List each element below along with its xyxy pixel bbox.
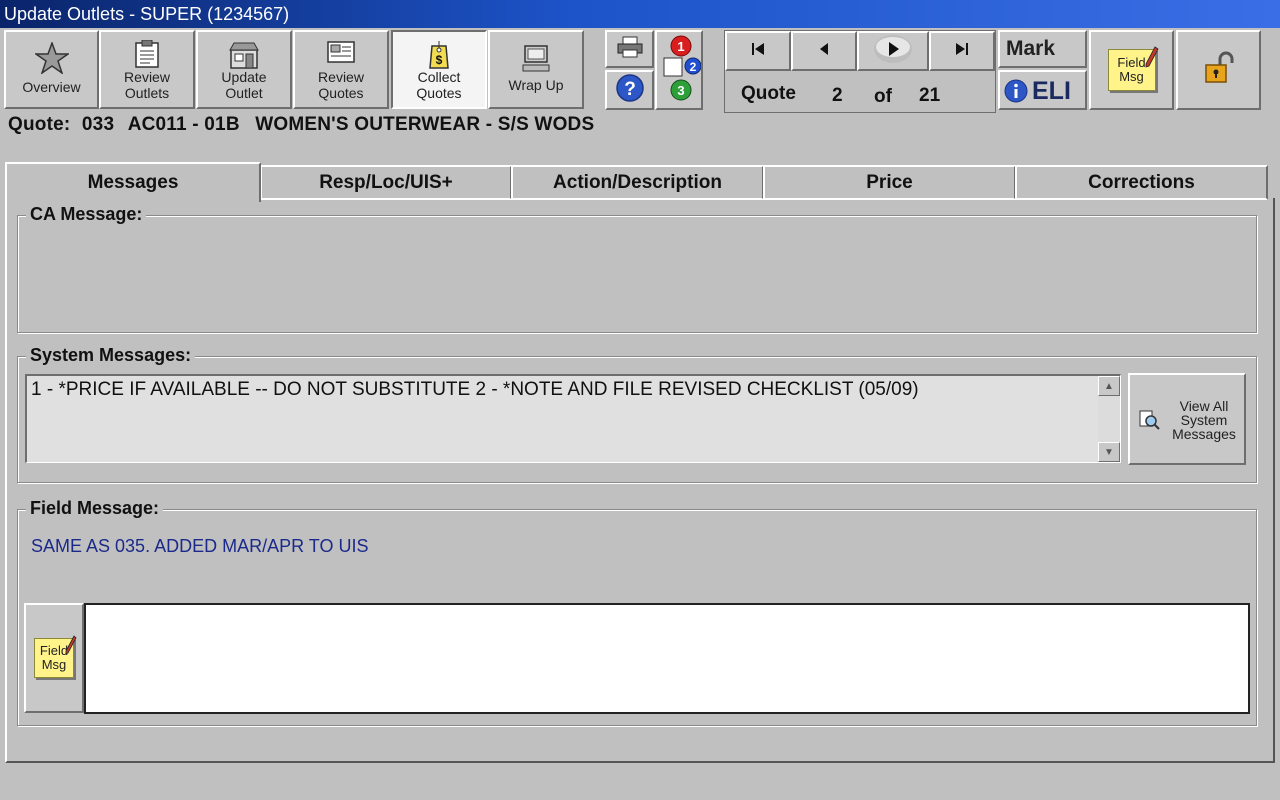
quote-navigation: Quote 2 of 21 (724, 30, 996, 113)
printer-icon (617, 36, 643, 63)
quote-header: Quote: 033 AC011 - 01B WOMEN'S OUTERWEAR… (8, 114, 594, 136)
review-quotes-button[interactable]: Review Quotes (293, 30, 389, 109)
view-all-system-messages-button[interactable]: View All System Messages (1128, 373, 1246, 465)
scroll-down-arrow-icon[interactable]: ▼ (1098, 442, 1120, 462)
help-button[interactable]: ? (605, 70, 654, 110)
system-messages-title: System Messages: (26, 345, 196, 366)
system-messages-group: System Messages: 1 - *PRICE IF AVAILABLE… (17, 345, 1257, 483)
svg-text:?: ? (624, 79, 636, 100)
sequence-button[interactable]: 1 2 3 (655, 30, 703, 110)
svg-text:$: $ (436, 53, 443, 67)
scroll-up-arrow-icon[interactable]: ▲ (1098, 376, 1120, 396)
eli-button[interactable]: ELI (998, 70, 1087, 110)
quote-counter-total: 21 (919, 85, 941, 106)
clipboard-icon (134, 39, 160, 71)
star-icon (33, 40, 70, 77)
tab-control: Resp/Loc/UIS+ Action/Description Price C… (5, 162, 1275, 765)
quote-counter-of: of (874, 86, 892, 107)
field-message-group: Field Message: SAME AS 035. ADDED MAR/AP… (17, 498, 1257, 726)
tab-messages[interactable]: Messages (5, 162, 261, 202)
add-field-message-button[interactable]: Field Msg (24, 603, 84, 713)
overview-button[interactable]: Overview (4, 30, 99, 109)
numbered-order-icon: 1 2 3 (659, 34, 702, 111)
mark-button[interactable]: Mark (998, 30, 1087, 68)
quote-code: AC011 - 01B (127, 114, 240, 135)
play-button[interactable] (857, 31, 929, 71)
unlocked-padlock-icon (1202, 51, 1236, 90)
tab-price[interactable]: Price (763, 165, 1016, 200)
skip-last-icon (954, 41, 970, 62)
first-quote-button[interactable] (725, 31, 791, 71)
review-outlets-button[interactable]: Review Outlets (99, 30, 195, 109)
magnifier-document-icon (1138, 409, 1160, 436)
last-quote-button[interactable] (929, 31, 995, 71)
quote-label: Quote: (8, 114, 71, 135)
system-messages-scrollbar[interactable]: ▲ ▼ (1098, 376, 1120, 462)
quote-description: WOMEN'S OUTERWEAR - S/S WODS (255, 114, 595, 135)
computer-icon (521, 44, 551, 77)
ca-message-group: CA Message: (17, 204, 1257, 333)
previous-icon (817, 42, 831, 61)
ca-message-title: CA Message: (26, 204, 147, 225)
sticky-note-icon: Field Msg (34, 635, 77, 678)
info-icon (1004, 79, 1028, 108)
unlock-button[interactable] (1176, 30, 1261, 110)
window-title: Update Outlets - SUPER (1234567) (0, 0, 1280, 28)
tab-corrections[interactable]: Corrections (1015, 165, 1268, 200)
system-messages-text: 1 - *PRICE IF AVAILABLE -- DO NOT SUBSTI… (31, 379, 919, 400)
quote-number: 033 (81, 114, 115, 135)
field-message-input[interactable] (84, 603, 1250, 714)
previous-quote-button[interactable] (791, 31, 857, 71)
system-messages-textbox[interactable]: 1 - *PRICE IF AVAILABLE -- DO NOT SUBSTI… (25, 374, 1121, 463)
field-message-button[interactable]: Field Msg (1089, 30, 1174, 110)
quotes-list-icon (326, 40, 356, 69)
svg-text:3: 3 (677, 83, 684, 98)
collect-quotes-button[interactable]: $ Collect Quotes (391, 30, 487, 109)
sticky-note-icon: Field Msg (1107, 46, 1159, 91)
tab-action-description[interactable]: Action/Description (511, 165, 764, 200)
messages-panel: CA Message: System Messages: 1 - *PRICE … (5, 198, 1275, 763)
quote-counter-label: Quote (741, 83, 796, 104)
wrap-up-button[interactable]: Wrap Up (488, 30, 584, 109)
field-message-text: SAME AS 035. ADDED MAR/APR TO UIS (31, 536, 369, 556)
quote-counter-current: 2 (832, 85, 843, 106)
pencil-icon (1145, 46, 1159, 68)
play-icon (873, 34, 913, 69)
tab-resp-loc-uis[interactable]: Resp/Loc/UIS+ (260, 165, 512, 200)
help-icon: ? (615, 73, 645, 108)
pencil-icon (65, 635, 77, 655)
update-outlet-button[interactable]: Update Outlet (196, 30, 292, 109)
print-button[interactable] (605, 30, 654, 68)
svg-text:1: 1 (677, 39, 684, 54)
field-message-title: Field Message: (26, 498, 164, 519)
svg-text:2: 2 (690, 60, 697, 74)
skip-first-icon (750, 41, 766, 62)
